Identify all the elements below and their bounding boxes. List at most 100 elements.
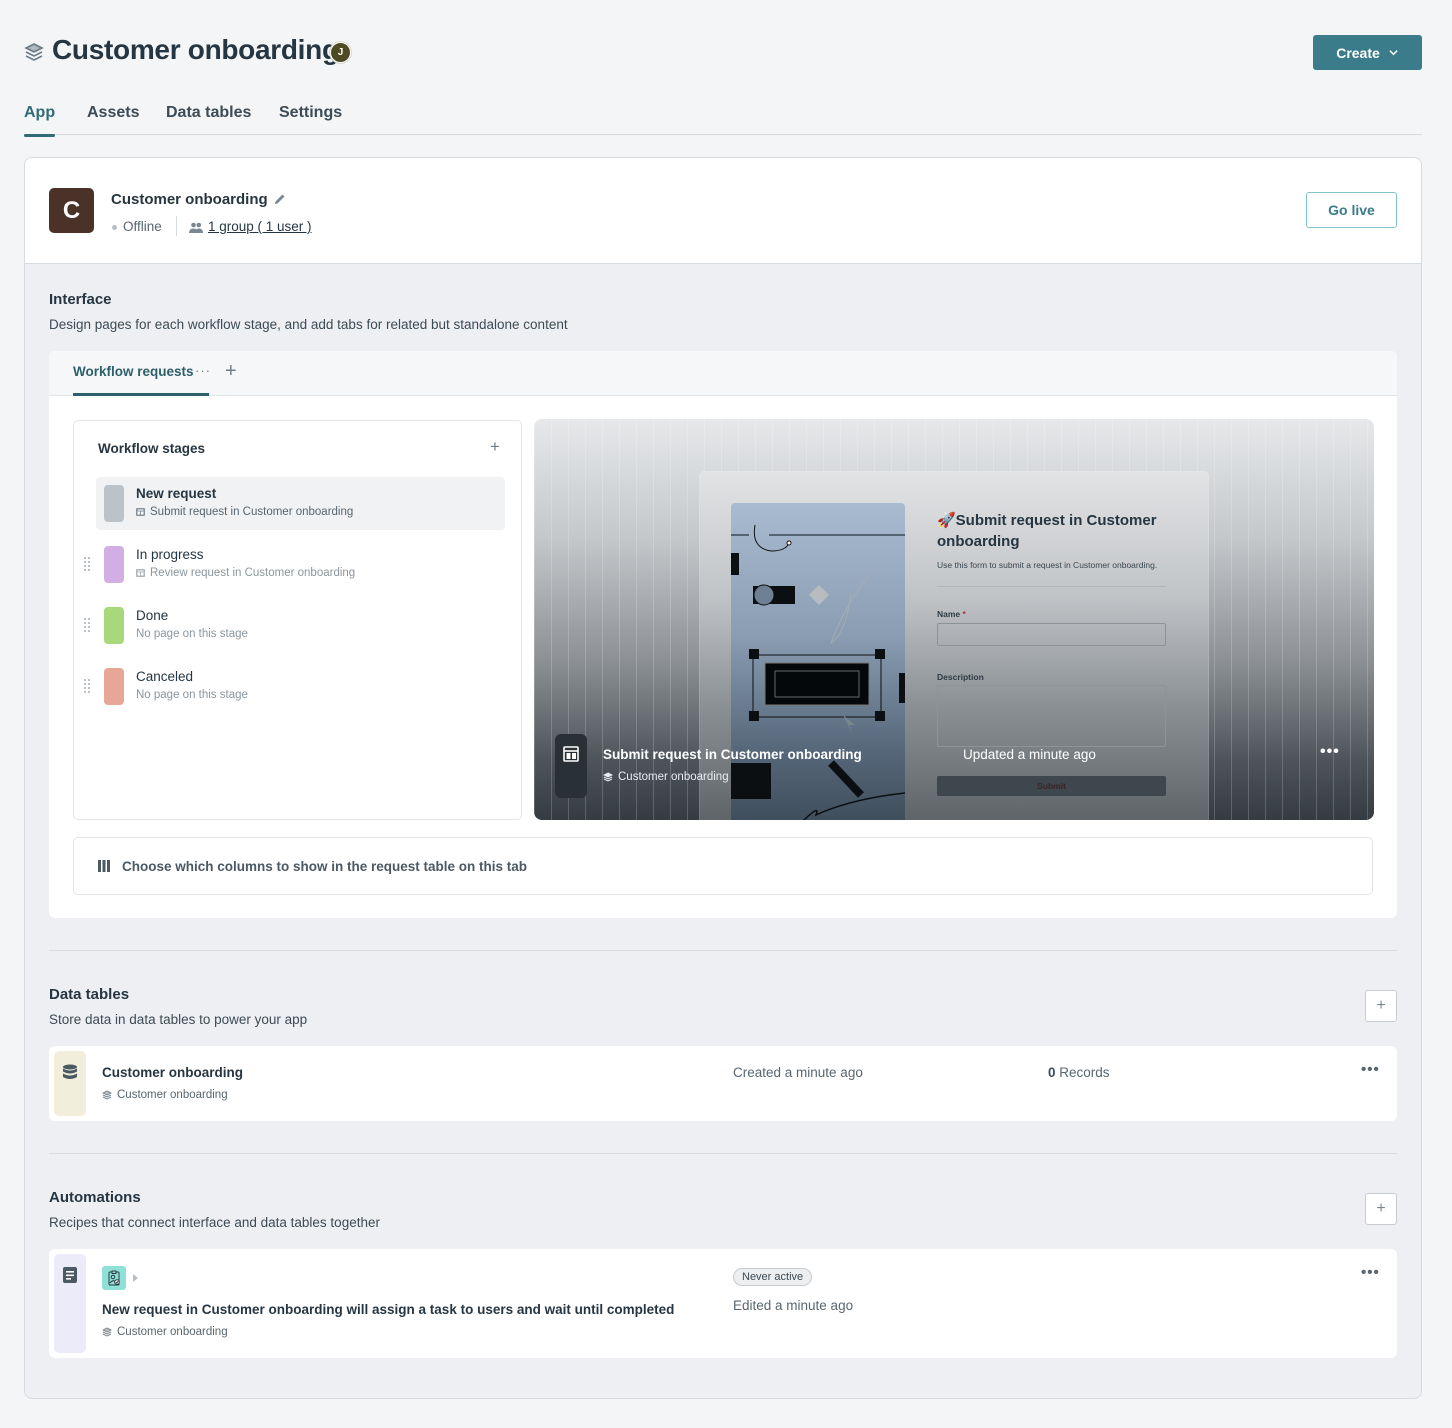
stage-new-request[interactable]: New request Submit request in Customer o… xyxy=(96,477,505,530)
add-tab-button[interactable]: + xyxy=(225,360,237,383)
active-tab-indicator xyxy=(73,393,209,396)
workflow-stages-panel: Workflow stages + New request Submit req… xyxy=(73,420,522,820)
app-status: Offline xyxy=(123,219,162,234)
page-layout-icon xyxy=(555,734,587,798)
preview-name-label: Name * xyxy=(937,609,966,619)
page-icon xyxy=(136,569,145,577)
more-options-icon[interactable]: ••• xyxy=(1361,1264,1380,1281)
preview-submit-button: Submit xyxy=(937,776,1166,796)
create-button[interactable]: Create xyxy=(1313,35,1422,70)
automation-stripe xyxy=(54,1254,86,1353)
data-table-name[interactable]: Customer onboarding xyxy=(102,1065,243,1080)
tab-workflow-requests[interactable]: Workflow requests xyxy=(73,364,194,379)
automation-name[interactable]: New request in Customer onboarding will … xyxy=(102,1302,674,1317)
tab-more-icon[interactable]: ··· xyxy=(195,363,211,378)
app-tabs: App Assets Data tables Settings xyxy=(24,104,1422,137)
drag-handle-icon[interactable] xyxy=(84,678,90,694)
columns-icon xyxy=(98,860,110,872)
form-page-thumbnail: 🚀Submit request in Customer onboarding U… xyxy=(700,472,1208,820)
tab-app[interactable]: App xyxy=(24,104,56,137)
automations-title: Automations xyxy=(49,1189,141,1206)
choose-columns-button[interactable]: Choose which columns to show in the requ… xyxy=(73,837,1373,895)
status-dot-icon xyxy=(112,225,117,230)
data-table-records: 0 Records xyxy=(1048,1065,1110,1080)
stage-color-swatch xyxy=(104,485,124,522)
data-table-row[interactable]: Customer onboarding Customer onboarding … xyxy=(49,1046,1397,1121)
chevron-down-icon xyxy=(1389,50,1398,56)
preview-description-input xyxy=(937,685,1166,747)
tab-settings[interactable]: Settings xyxy=(279,104,342,135)
section-divider xyxy=(49,950,1397,951)
section-divider xyxy=(49,1153,1397,1154)
app-overview-card: C Customer onboarding Offline 1 group ( … xyxy=(24,157,1422,1399)
app-stack-icon xyxy=(102,1327,112,1337)
preview-page-title[interactable]: Submit request in Customer onboarding xyxy=(603,747,862,762)
page-title: Customer onboarding xyxy=(52,34,339,65)
data-table-app-name: Customer onboarding xyxy=(117,1089,228,1101)
page-icon xyxy=(136,508,145,516)
data-table-created: Created a minute ago xyxy=(733,1065,863,1080)
pencil-icon[interactable] xyxy=(274,192,286,204)
app-avatar: C xyxy=(49,188,94,233)
app-name: Customer onboarding xyxy=(111,191,268,208)
app-stack-icon xyxy=(102,1090,112,1100)
preview-updated: Updated a minute ago xyxy=(963,747,1096,762)
add-data-table-button[interactable]: + xyxy=(1365,990,1397,1022)
database-icon xyxy=(63,1064,77,1079)
interface-panel: Workflow requests ··· + Workflow stages … xyxy=(49,351,1397,918)
interface-subtitle: Design pages for each workflow stage, an… xyxy=(49,317,568,332)
tab-assets[interactable]: Assets xyxy=(87,104,139,135)
automation-app: Customer onboarding xyxy=(102,1326,228,1338)
more-options-icon[interactable]: ••• xyxy=(1320,743,1340,761)
stage-color-swatch xyxy=(104,546,124,583)
automation-edited: Edited a minute ago xyxy=(733,1298,854,1313)
add-automation-button[interactable]: + xyxy=(1365,1193,1397,1225)
automation-app-name: Customer onboarding xyxy=(117,1326,228,1338)
stage-canceled[interactable]: Canceled No page on this stage xyxy=(84,660,505,713)
stage-color-swatch xyxy=(104,668,124,705)
automation-status-badge: Never active xyxy=(733,1268,813,1286)
more-options-icon[interactable]: ••• xyxy=(1361,1061,1380,1078)
stage-done[interactable]: Done No page on this stage xyxy=(84,599,505,652)
drag-handle-icon[interactable] xyxy=(84,617,90,633)
app-summary-header: C Customer onboarding Offline 1 group ( … xyxy=(25,158,1421,264)
data-tables-title: Data tables xyxy=(49,986,130,1003)
stage-name: Canceled xyxy=(136,669,194,684)
caret-right-icon xyxy=(133,1274,138,1282)
stage-color-swatch xyxy=(104,607,124,644)
preview-name-input xyxy=(937,623,1166,646)
divider xyxy=(176,216,177,236)
preview-page-app: Customer onboarding xyxy=(603,771,729,783)
automation-row[interactable]: New request in Customer onboarding will … xyxy=(49,1249,1397,1358)
access-groups-link[interactable]: 1 group ( 1 user ) xyxy=(208,219,312,234)
automations-subtitle: Recipes that connect interface and data … xyxy=(49,1215,380,1230)
go-live-button[interactable]: Go live xyxy=(1306,192,1397,228)
required-mark: * xyxy=(962,609,966,619)
tab-data-tables[interactable]: Data tables xyxy=(166,104,251,135)
choose-columns-label: Choose which columns to show in the requ… xyxy=(122,858,528,874)
stage-page: No page on this stage xyxy=(136,628,248,640)
owner-avatar[interactable]: J xyxy=(330,42,351,63)
add-stage-button[interactable]: + xyxy=(490,437,500,457)
interface-tab-bar: Workflow requests ··· + xyxy=(49,351,1397,396)
app-stack-icon xyxy=(24,42,44,62)
preview-description-label: Description xyxy=(937,672,984,682)
form-illustration xyxy=(731,503,905,820)
preview-app-name: Customer onboarding xyxy=(618,771,729,783)
drag-handle-icon[interactable] xyxy=(84,556,90,572)
field-label: Name xyxy=(937,609,961,619)
data-table-app: Customer onboarding xyxy=(102,1089,228,1101)
stage-page-name: Review request in Customer onboarding xyxy=(150,567,356,579)
task-app-icon xyxy=(102,1266,126,1290)
records-label: Records xyxy=(1059,1065,1110,1080)
data-table-stripe xyxy=(54,1051,86,1116)
users-icon xyxy=(189,221,203,233)
stage-page-name: Submit request in Customer onboarding xyxy=(150,506,354,518)
workflow-stages-title: Workflow stages xyxy=(98,441,206,456)
stage-in-progress[interactable]: In progress Review request in Customer o… xyxy=(84,538,505,591)
records-count: 0 xyxy=(1048,1065,1056,1080)
divider xyxy=(937,586,1166,587)
stage-page: No page on this stage xyxy=(136,689,248,701)
page-preview-card[interactable]: 🚀Submit request in Customer onboarding U… xyxy=(534,419,1374,820)
recipe-icon xyxy=(63,1267,77,1283)
